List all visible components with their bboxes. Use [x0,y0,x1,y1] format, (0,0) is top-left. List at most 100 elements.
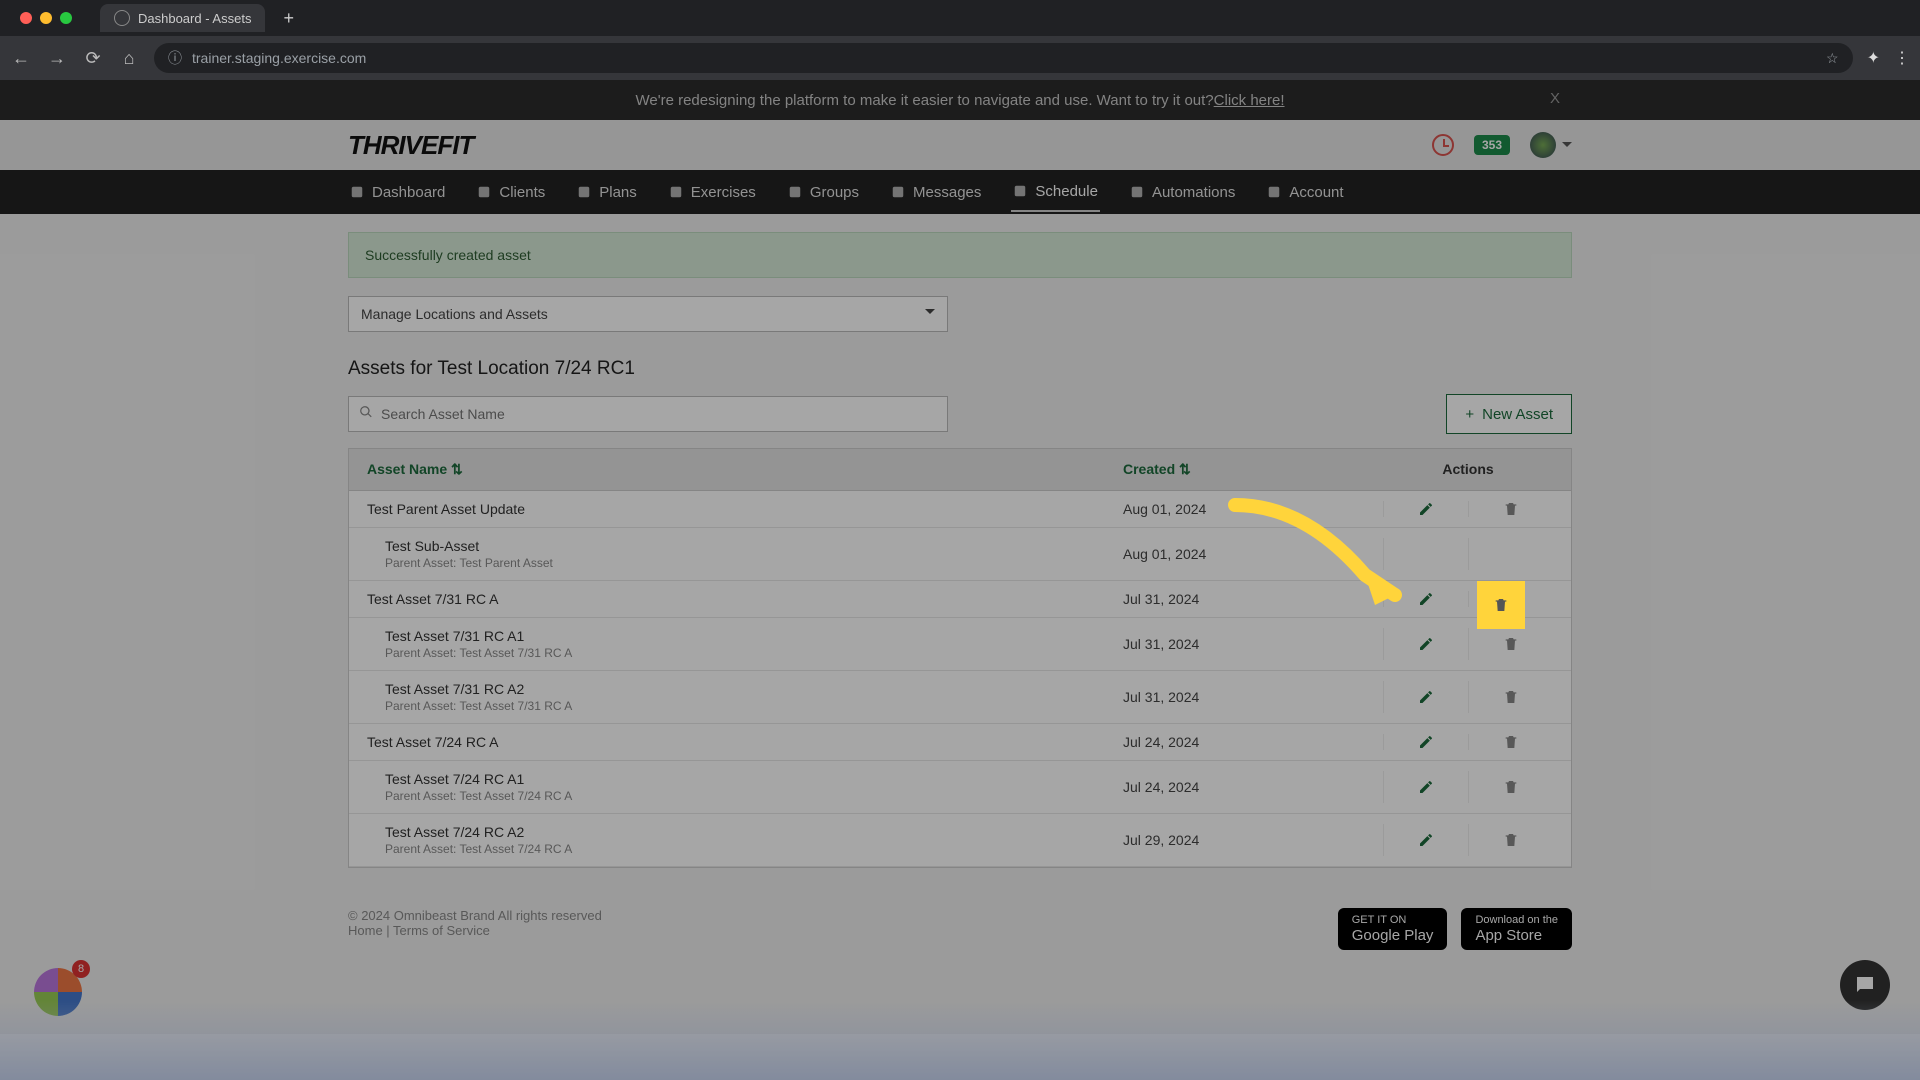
nav-icon [350,185,364,199]
asset-name: Test Asset 7/24 RC A [367,734,1123,750]
table-header: Asset Name ⇅ Created ⇅ Actions [349,449,1571,491]
edit-icon[interactable] [1418,591,1434,607]
user-menu[interactable] [1530,132,1572,158]
nav-label: Clients [499,184,545,201]
trash-icon[interactable] [1503,832,1519,848]
address-row: ← → ⟳ ⌂ ⓘ trainer.staging.exercise.com ☆… [0,36,1920,80]
asset-name: Test Parent Asset Update [367,501,1123,517]
app-viewport: We're redesigning the platform to make i… [0,80,1920,1080]
menu-icon[interactable]: ⋮ [1894,48,1910,68]
new-tab-button[interactable]: + [283,8,294,29]
nav-label: Groups [810,184,859,201]
nav-item-schedule[interactable]: Schedule [1011,173,1100,212]
edit-icon[interactable] [1418,779,1434,795]
edit-icon[interactable] [1418,734,1434,750]
nav-item-clients[interactable]: Clients [475,174,547,211]
asset-name: Test Asset 7/24 RC A1 [385,771,1123,787]
parent-asset-label: Parent Asset: Test Asset 7/24 RC A [385,842,1123,856]
search-icon [359,405,373,424]
trash-icon[interactable] [1503,636,1519,652]
plus-icon: + [1465,406,1474,423]
nav-label: Plans [599,184,637,201]
nav-label: Messages [913,184,981,201]
nav-label: Dashboard [372,184,445,201]
maximize-window-icon[interactable] [60,12,72,24]
notification-badge[interactable]: 353 [1474,135,1510,155]
edit-icon[interactable] [1418,689,1434,705]
back-button[interactable]: ← [10,48,32,69]
page-content: Successfully created asset Manage Locati… [0,214,1920,1034]
avatar-icon [1530,132,1556,158]
created-date: Jul 31, 2024 [1123,689,1383,705]
created-date: Aug 01, 2024 [1123,501,1383,517]
edit-icon[interactable] [1418,832,1434,848]
trash-icon[interactable] [1493,597,1509,613]
trash-icon[interactable] [1503,689,1519,705]
nav-label: Account [1289,184,1343,201]
globe-icon [114,10,130,26]
nav-item-plans[interactable]: Plans [575,174,639,211]
banner-close-button[interactable]: X [1550,90,1560,107]
created-date: Jul 29, 2024 [1123,832,1383,848]
nav-icon [577,185,591,199]
new-asset-button[interactable]: + New Asset [1446,394,1572,434]
url-text: trainer.staging.exercise.com [192,50,366,66]
nav-item-automations[interactable]: Automations [1128,174,1237,211]
dropdown-label: Manage Locations and Assets [361,306,548,322]
star-icon[interactable]: ☆ [1826,50,1839,67]
table-row: Test Asset 7/24 RC A2Parent Asset: Test … [349,814,1571,867]
forward-button[interactable]: → [46,48,68,69]
nav-icon [788,185,802,199]
google-play-button[interactable]: GET IT ON Google Play [1338,908,1448,950]
manage-locations-dropdown[interactable]: Manage Locations and Assets [348,296,948,332]
browser-chrome: Dashboard - Assets + ← → ⟳ ⌂ ⓘ trainer.s… [0,0,1920,80]
created-date: Jul 31, 2024 [1123,591,1383,607]
tab-title: Dashboard - Assets [138,11,251,26]
created-date: Jul 24, 2024 [1123,779,1383,795]
table-row: Test Sub-AssetParent Asset: Test Parent … [349,528,1571,581]
assets-table: Asset Name ⇅ Created ⇅ Actions Test Pare… [348,448,1572,868]
table-row: Test Asset 7/24 RC AJul 24, 2024 [349,724,1571,761]
asset-name: Test Asset 7/31 RC A1 [385,628,1123,644]
site-info-icon[interactable]: ⓘ [168,48,182,68]
brand-logo[interactable]: THRIVEFIT [348,130,473,161]
footer-links[interactable]: Home | Terms of Service [348,923,602,938]
app-store-button[interactable]: Download on the App Store [1461,908,1572,950]
new-asset-label: New Asset [1482,406,1553,423]
nav-item-account[interactable]: Account [1265,174,1345,211]
window-controls[interactable] [8,12,84,24]
search-field[interactable] [381,406,937,422]
address-bar[interactable]: ⓘ trainer.staging.exercise.com ☆ [154,43,1853,73]
nav-label: Automations [1152,184,1235,201]
extensions-icon[interactable]: ✦ [1867,48,1880,68]
col-created[interactable]: Created ⇅ [1123,461,1383,478]
browser-tab[interactable]: Dashboard - Assets [100,4,265,32]
trash-icon[interactable] [1503,501,1519,517]
parent-asset-label: Parent Asset: Test Asset 7/31 RC A [385,646,1123,660]
nav-item-exercises[interactable]: Exercises [667,174,758,211]
nav-item-dashboard[interactable]: Dashboard [348,174,447,211]
asset-name: Test Asset 7/31 RC A2 [385,681,1123,697]
nav-icon [669,185,683,199]
table-row: Test Asset 7/31 RC A1 Parent Asset: Test … [349,618,1571,671]
footer: © 2024 Omnibeast Brand All rights reserv… [348,908,1572,950]
created-date: Aug 01, 2024 [1123,546,1383,562]
trash-icon[interactable] [1503,779,1519,795]
clock-icon[interactable] [1432,134,1454,156]
created-date: Jul 24, 2024 [1123,734,1383,750]
minimize-window-icon[interactable] [40,12,52,24]
col-asset-name[interactable]: Asset Name ⇅ [367,461,1123,478]
trash-icon[interactable] [1503,734,1519,750]
edit-icon[interactable] [1418,636,1434,652]
chevron-down-icon [925,309,935,319]
reload-button[interactable]: ⟳ [82,48,104,69]
banner-link[interactable]: Click here! [1214,92,1285,109]
home-button[interactable]: ⌂ [118,48,140,69]
nav-label: Exercises [691,184,756,201]
close-window-icon[interactable] [20,12,32,24]
parent-asset-label: Parent Asset: Test Asset 7/31 RC A [385,699,1123,713]
nav-item-messages[interactable]: Messages [889,174,983,211]
nav-item-groups[interactable]: Groups [786,174,861,211]
search-input[interactable] [348,396,948,432]
edit-icon[interactable] [1418,501,1434,517]
